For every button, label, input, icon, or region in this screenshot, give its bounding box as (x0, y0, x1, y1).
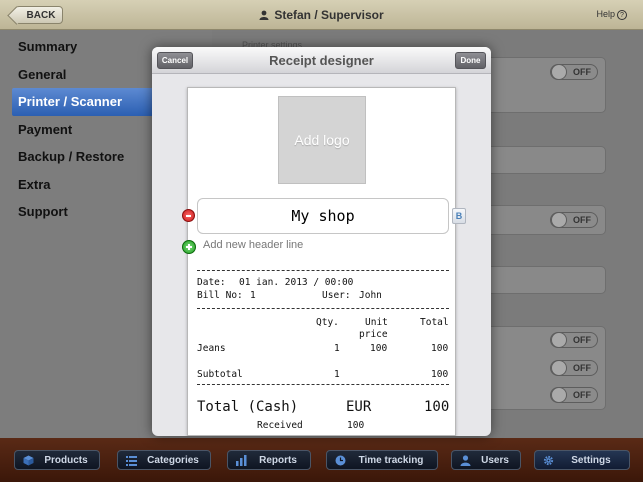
header-line-input[interactable]: My shop (197, 198, 449, 234)
sidebar-item-label: Summary (18, 39, 78, 54)
item-price: 100 (370, 343, 388, 354)
cancel-button-label: Cancel (161, 56, 189, 65)
header-line-text: My shop (291, 207, 355, 225)
tab-categories[interactable]: Categories (117, 450, 211, 470)
toggle-switch[interactable]: OFF (550, 64, 598, 80)
item-total: 100 (431, 343, 449, 354)
box-icon (23, 455, 34, 466)
toggle-knob (551, 332, 567, 348)
col-unit-price: Unit (365, 317, 388, 328)
received-label: Received (257, 420, 303, 431)
date-value: 01 ian. 2013 / 00:00 (239, 277, 354, 288)
sidebar-item-label: Extra (18, 176, 51, 192)
tab-label: Time tracking (358, 454, 424, 466)
add-logo-button[interactable]: Add logo (278, 96, 366, 184)
tab-label: Categories (147, 454, 199, 466)
toggle-switch[interactable]: OFF (550, 387, 598, 403)
divider (197, 308, 449, 309)
toggle-switch[interactable]: OFF (550, 212, 598, 228)
subtotal-label: Subtotal (197, 369, 243, 380)
col-qty: Qty. (316, 317, 339, 328)
total-currency: EUR (346, 399, 372, 415)
tab-label: Settings (571, 454, 611, 466)
done-button-label: Done (460, 56, 481, 65)
tab-time-tracking[interactable]: Time tracking (326, 450, 438, 470)
toggle-knob (551, 64, 567, 80)
help-button[interactable]: Help? (596, 9, 627, 20)
receipt-preview: Add logo My shop B Add new header line D… (182, 87, 466, 436)
tab-label: Products (44, 454, 88, 466)
toggle-label: OFF (573, 67, 591, 77)
bottom-tab-bar: Products Categories Reports Time trackin… (0, 438, 643, 482)
user-label: User: (322, 290, 351, 301)
tab-label: Reports (259, 454, 297, 466)
divider (197, 270, 449, 271)
modal-header: Receipt designer Cancel Done (152, 47, 491, 74)
tab-reports[interactable]: Reports (227, 450, 311, 470)
total-label: Total (Cash) (197, 399, 299, 415)
toggle-knob (551, 360, 567, 376)
sidebar-item-label: Backup / Restore (18, 149, 125, 164)
tab-products[interactable]: Products (14, 450, 100, 470)
bar-chart-icon (236, 455, 247, 466)
remove-line-icon[interactable] (182, 209, 195, 222)
toggle-label: OFF (573, 390, 591, 400)
cancel-button[interactable]: Cancel (157, 52, 193, 69)
gear-icon (543, 455, 554, 466)
toggle-knob (551, 212, 567, 228)
subtotal-qty: 1 (334, 369, 340, 380)
user-icon (460, 455, 471, 466)
list-icon (126, 456, 137, 466)
user-label: Stefan / Supervisor (274, 8, 384, 22)
date-label: Date: (197, 277, 226, 288)
user-value: John (359, 290, 382, 301)
bold-toggle-button[interactable]: B (452, 208, 466, 224)
divider (197, 384, 449, 385)
bill-value: 1 (250, 290, 256, 301)
sidebar-item-label: Support (18, 204, 68, 219)
top-bar: BACK Stefan / Supervisor Help? (0, 0, 643, 30)
item-qty: 1 (334, 343, 340, 354)
tab-settings[interactable]: Settings (534, 450, 630, 470)
total-value: 100 (424, 399, 450, 415)
bold-label: B (455, 211, 463, 221)
toggle-label: OFF (573, 363, 591, 373)
sidebar-item-label: Payment (18, 121, 73, 137)
done-button[interactable]: Done (455, 52, 486, 69)
help-icon: ? (617, 10, 627, 20)
col-unit-price-2: price (359, 329, 388, 340)
col-total: Total (420, 317, 449, 328)
add-header-line-button[interactable]: Add new header line (203, 239, 303, 251)
user-title: Stefan / Supervisor (0, 0, 643, 30)
tab-label: Users (481, 454, 509, 466)
clock-icon (335, 455, 346, 466)
subtotal-total: 100 (431, 369, 449, 380)
toggle-label: OFF (573, 335, 591, 345)
add-logo-label: Add logo (294, 132, 350, 148)
toggle-switch[interactable]: OFF (550, 332, 598, 348)
sidebar-item-label: Printer / Scanner (18, 94, 123, 109)
received-value: 100 (347, 420, 365, 431)
toggle-switch[interactable]: OFF (550, 360, 598, 376)
add-line-icon[interactable] (182, 240, 196, 254)
item-name: Jeans (197, 343, 226, 354)
toggle-knob (551, 387, 567, 403)
help-label: Help (596, 9, 615, 19)
tab-users[interactable]: Users (451, 450, 521, 470)
sidebar-item-label: General (18, 66, 67, 82)
receipt-designer-modal: Receipt designer Cancel Done Add logo My… (152, 47, 491, 436)
bill-label: Bill No: (197, 290, 243, 301)
toggle-label: OFF (573, 215, 591, 225)
modal-title: Receipt designer (269, 53, 374, 68)
person-icon (259, 10, 269, 20)
